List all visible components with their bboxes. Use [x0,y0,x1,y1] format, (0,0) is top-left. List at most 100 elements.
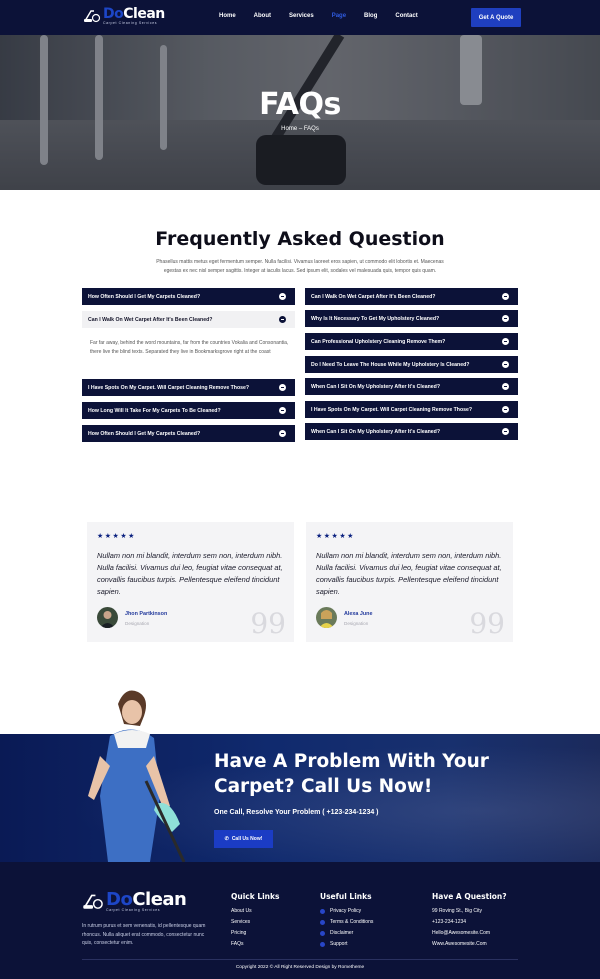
footer-link-about[interactable]: About Us [231,906,279,917]
phone-icon: ✆ [224,836,229,842]
plus-icon [502,338,509,345]
faq-question: I Have Spots On My Carpet. Will Carpet C… [311,406,473,413]
bullet-icon [320,920,325,925]
faq-item[interactable]: When Can I Sit On My Upholstery After It… [305,423,518,440]
contact-website[interactable]: Www.Awesomesite.Com [432,939,507,950]
footer-link-label: Disclaimer [330,930,354,936]
plus-icon [279,430,286,437]
cta-subheading: One Call, Resolve Your Problem ( +123-23… [214,809,379,816]
plus-icon [502,361,509,368]
footer-link-disclaimer[interactable]: Disclaimer [320,928,373,939]
faq-item[interactable]: I Have Spots On My Carpet. Will Carpet C… [305,401,518,418]
testimonial-quote: Nullam non mi blandit, interdum sem non,… [316,551,502,596]
footer-link-services[interactable]: Services [231,917,279,928]
footer-link-terms[interactable]: Terms & Conditions [320,917,373,928]
faq-question: When Can I Sit On My Upholstery After It… [311,383,441,390]
footer-link-privacy[interactable]: Privacy Policy [320,906,373,917]
testimonial-name: Alexa June [344,611,373,617]
faq-item[interactable]: How Long Will It Take For My Carpets To … [82,402,295,419]
quick-links-column: Quick Links About Us Services Pricing FA… [231,892,279,950]
testimonial-name: Jhon Partkinson [125,611,168,617]
avatar [316,607,337,628]
faq-question: Do I Need To Leave The House While My Up… [311,361,470,368]
faq-question: How Often Should I Get My Carpets Cleane… [88,293,201,300]
faq-question: Can I Walk On Wet Carpet After It's Been… [311,293,436,300]
footer-logo[interactable]: DoClean Carpet Cleaning Services [82,889,187,912]
footer-link-support[interactable]: Support [320,939,373,950]
plus-icon [279,384,286,391]
testimonial-card: ★★★★★ Nullam non mi blandit, interdum se… [306,522,513,642]
faq-item[interactable]: Can Professional Upholstery Cleaning Rem… [305,333,518,350]
nav-menu: Home About Services Page Blog Contact [219,13,436,19]
footer-link-pricing[interactable]: Pricing [231,928,279,939]
nav-about[interactable]: About [254,13,271,19]
faq-question: When Can I Sit On My Upholstery After It… [311,428,441,435]
call-us-now-button[interactable]: ✆ Call Us Now! [214,830,273,848]
faq-item[interactable]: Can I Walk On Wet Carpet After It's Been… [305,288,518,305]
faq-question: Can I Walk On Wet Carpet After It's Been… [88,316,213,323]
testimonial-role: Designation [344,621,369,626]
nav-home[interactable]: Home [219,13,236,19]
nav-blog[interactable]: Blog [364,13,377,19]
footer-divider [82,959,518,960]
cta-heading: Have A Problem With Your Carpet? Call Us… [214,751,489,797]
brand-name-do: Do [103,6,124,22]
contact-column: Have A Question? 99 Roving St., Big City… [432,892,507,950]
faq-question: I Have Spots On My Carpet. Will Carpet C… [88,384,250,391]
faq-item[interactable]: I Have Spots On My Carpet. Will Carpet C… [82,379,295,396]
faq-question: Can Professional Upholstery Cleaning Rem… [311,338,446,345]
brand-name-do: Do [106,889,133,910]
vacuum-logo-icon [83,894,103,909]
brand-tagline: Carpet Cleaning Services [103,21,158,25]
contact-address: 99 Roving St., Big City [432,908,483,914]
hero-banner: FAQs Home – FAQs [0,35,600,190]
bullet-icon [320,909,325,914]
breadcrumb: Home – FAQs [281,126,319,132]
vacuum-logo-icon [84,10,101,23]
plus-icon [502,383,509,390]
useful-links-column: Useful Links Privacy Policy Terms & Cond… [320,892,373,950]
brand-name-clean: Clean [132,889,187,910]
faq-question: Why Is It Necessary To Get My Upholstery… [311,315,440,322]
copyright-text: Copyright 2022 © All Right Reserved Desi… [235,965,365,970]
cleaning-worker-image [88,690,186,862]
faq-item[interactable]: How Often Should I Get My Carpets Cleane… [82,288,295,305]
faq-question: How Long Will It Take For My Carpets To … [88,407,221,414]
plus-icon [502,315,509,322]
page-title: FAQs [259,87,341,122]
footer-link-faqs[interactable]: FAQs [231,939,279,950]
nav-contact[interactable]: Contact [395,13,417,19]
footer-link-label: Privacy Policy [330,908,362,914]
contact-phone[interactable]: +123-234-1234 [432,917,507,928]
footer-about-text: In rutrum purus et sem venenatis, id pel… [82,923,206,946]
faq-answer: Far far away, behind the word mountains,… [90,340,289,355]
quick-links-heading: Quick Links [231,892,280,901]
faq-item-open[interactable]: Can I Walk On Wet Carpet After It's Been… [82,311,295,328]
brand-tagline: Carpet Cleaning Services [106,908,161,912]
get-a-quote-button[interactable]: Get A Quote [471,8,521,27]
faq-item[interactable]: When Can I Sit On My Upholstery After It… [305,378,518,395]
faq-item[interactable]: How Often Should I Get My Carpets Cleane… [82,425,295,442]
contact-email[interactable]: Hello@Awesomesite.Com [432,928,507,939]
footer-link-label: Support [330,941,348,947]
plus-icon [279,407,286,414]
bullet-icon [320,931,325,936]
brand-logo[interactable]: DoClean Carpet Cleaning Services [83,7,165,25]
star-rating: ★★★★★ [97,533,136,540]
faq-item[interactable]: Why Is It Necessary To Get My Upholstery… [305,310,518,327]
footer-link-label: Terms & Conditions [330,919,374,925]
call-us-now-label: Call Us Now! [231,836,263,842]
bullet-icon [320,942,325,947]
nav-page[interactable]: Page [332,13,346,19]
nav-services[interactable]: Services [289,13,314,19]
contact-heading: Have A Question? [432,892,507,901]
plus-icon [279,293,286,300]
faq-item[interactable]: Do I Need To Leave The House While My Up… [305,356,518,373]
plus-icon [502,428,509,435]
faq-question: How Often Should I Get My Carpets Cleane… [88,430,201,437]
quote-mark-icon: 99 [250,607,286,640]
plus-icon [502,293,509,300]
testimonial-role: Designation [125,621,150,626]
brand-name-clean: Clean [123,6,165,22]
plus-icon [502,406,509,413]
